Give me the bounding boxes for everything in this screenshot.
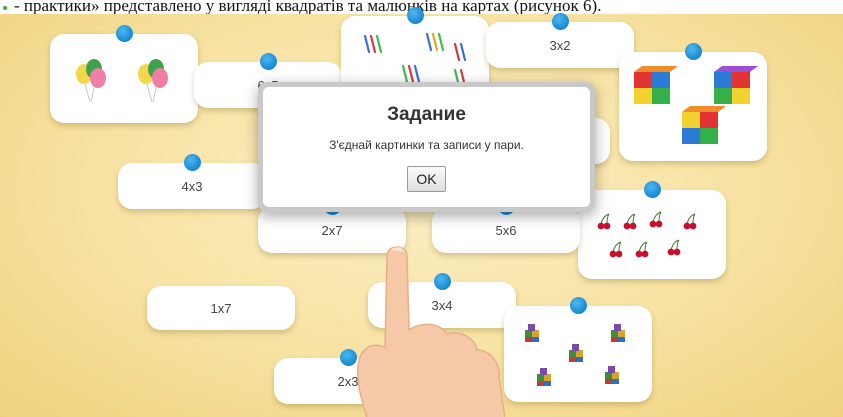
- pin-icon[interactable]: [184, 154, 201, 171]
- pin-icon[interactable]: [552, 13, 569, 30]
- pointing-hand-icon: [356, 246, 505, 417]
- pin-icon[interactable]: [407, 7, 424, 24]
- task-dialog-body: Задание З'єднай картинки та записи у пар…: [263, 87, 590, 207]
- pin-icon[interactable]: [570, 297, 587, 314]
- expression-label: 5x6: [495, 222, 517, 238]
- blocks-icon: [525, 324, 625, 386]
- expression-card-4x3[interactable]: 4x3: [118, 154, 266, 209]
- dialog-message: З'єднай картинки та записи у пари.: [329, 138, 524, 152]
- cherries-card[interactable]: [578, 181, 726, 279]
- balloons-card[interactable]: [50, 25, 198, 123]
- pin-icon[interactable]: [116, 25, 133, 42]
- ok-button[interactable]: OK: [407, 166, 446, 192]
- balloons-icon: [76, 59, 168, 103]
- expression-label: 4x3: [181, 178, 203, 194]
- cherries-icon: [597, 211, 697, 258]
- pin-icon[interactable]: [644, 181, 661, 198]
- expression-card-1x7[interactable]: 1x7: [147, 286, 295, 330]
- expression-label: 3x2: [549, 37, 571, 53]
- task-dialog: Задание З'єднай картинки та записи у пар…: [258, 82, 595, 212]
- expression-card-3x2[interactable]: 3x2: [486, 13, 634, 68]
- pin-icon[interactable]: [260, 53, 277, 70]
- cubes-card[interactable]: [619, 43, 767, 161]
- dialog-title: Задание: [387, 104, 466, 125]
- expression-label: 1x7: [210, 300, 232, 316]
- cubes-icon: [634, 66, 758, 144]
- expression-label: 2x7: [321, 222, 343, 238]
- pin-icon[interactable]: [685, 43, 702, 60]
- blocks-card[interactable]: [504, 297, 652, 402]
- document-top-text: - практики» представлено у вигляді квадр…: [14, 0, 602, 14]
- green-dot-icon: [3, 6, 7, 10]
